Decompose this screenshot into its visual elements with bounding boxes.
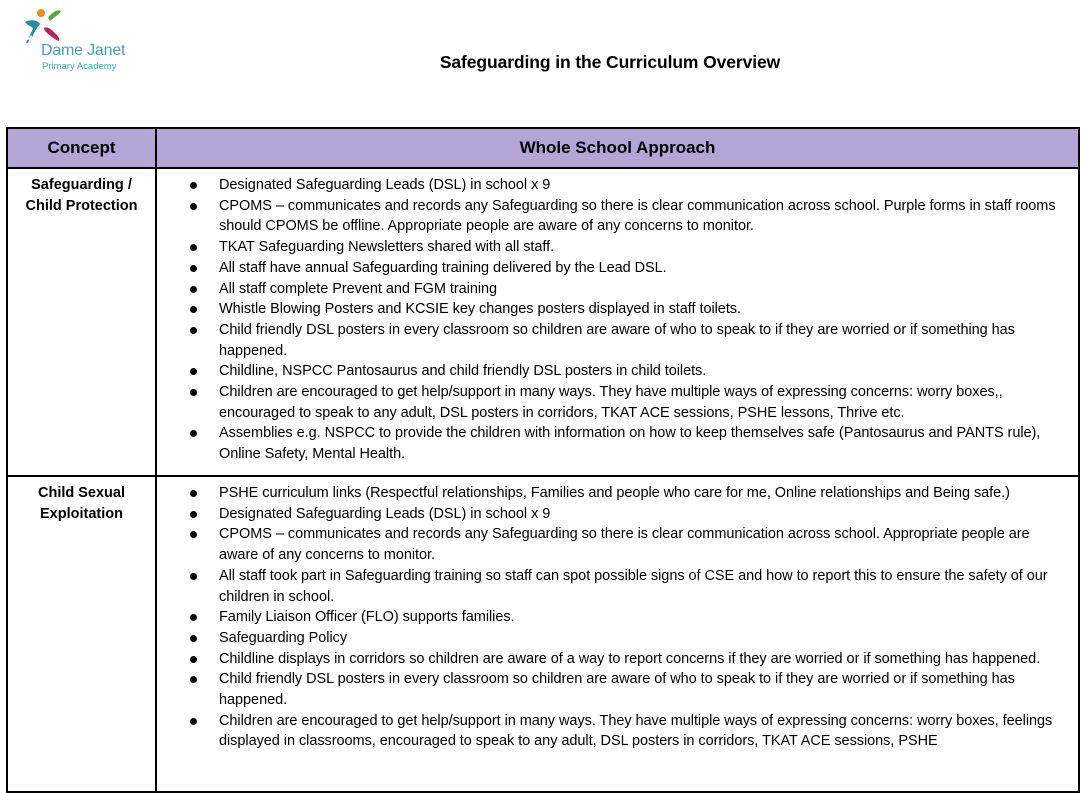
- bullet-icon: [190, 244, 197, 252]
- bullet-icon: [190, 531, 197, 539]
- list-item: All staff complete Prevent and FGM train…: [190, 279, 1068, 300]
- bullet-icon: [190, 202, 197, 210]
- approach-list: PSHE curriculum links (Respectful relati…: [157, 483, 1068, 752]
- bullet-icon: [190, 389, 197, 397]
- list-item: Whistle Blowing Posters and KCSIE key ch…: [190, 299, 1068, 320]
- concept-label: Child Sexual Exploitation: [37, 485, 126, 522]
- list-item: CPOMS – communicates and records any Saf…: [190, 196, 1068, 237]
- bullet-icon: [190, 264, 197, 272]
- list-item: Safeguarding Policy: [190, 628, 1068, 649]
- list-item: All staff have annual Safeguarding train…: [190, 258, 1068, 279]
- approach-list: Designated Safeguarding Leads (DSL) in s…: [157, 175, 1068, 465]
- list-item: Assemblies e.g. NSPCC to provide the chi…: [190, 423, 1068, 464]
- school-logo-icon: [25, 9, 61, 44]
- bullet-icon: [190, 306, 197, 314]
- bullet-icon: [190, 326, 197, 334]
- bullet-icon: [190, 368, 197, 376]
- column-header-approach: Whole School Approach: [155, 127, 1080, 169]
- table-row: Safeguarding / Child Protection Designat…: [6, 167, 1080, 477]
- bullet-icon: [190, 490, 197, 497]
- bullet-icon: [190, 717, 197, 725]
- bullet-icon: [190, 676, 197, 684]
- list-item: CPOMS – communicates and records any Saf…: [190, 524, 1068, 565]
- list-item: Children are encouraged to get help/supp…: [190, 711, 1068, 752]
- approach-cell: PSHE curriculum links (Respectful relati…: [155, 475, 1080, 793]
- overview-table: Concept Whole School Approach Safeguardi…: [6, 127, 1080, 793]
- list-item: TKAT Safeguarding Newsletters shared wit…: [190, 237, 1068, 258]
- list-item: Childline displays in corridors so child…: [190, 649, 1068, 670]
- list-item: Designated Safeguarding Leads (DSL) in s…: [190, 175, 1068, 196]
- bullet-icon: [190, 614, 197, 622]
- bullet-icon: [190, 572, 197, 580]
- table-row: Child Sexual Exploitation PSHE curriculu…: [6, 475, 1080, 793]
- bullet-icon: [190, 510, 197, 518]
- column-header-concept: Concept: [6, 127, 157, 169]
- page-title: Safeguarding in the Curriculum Overview: [439, 52, 781, 72]
- approach-cell: Designated Safeguarding Leads (DSL) in s…: [155, 167, 1080, 477]
- bullet-icon: [190, 430, 197, 438]
- table-header-row: Concept Whole School Approach: [6, 127, 1080, 169]
- bullet-icon: [190, 634, 197, 642]
- list-item: PSHE curriculum links (Respectful relati…: [190, 483, 1068, 504]
- list-item: Child friendly DSL posters in every clas…: [190, 320, 1068, 361]
- list-item: All staff took part in Safeguarding trai…: [190, 566, 1068, 607]
- list-item: Children are encouraged to get help/supp…: [190, 382, 1068, 423]
- concept-cell: Safeguarding / Child Protection: [6, 167, 157, 477]
- list-item: Designated Safeguarding Leads (DSL) in s…: [190, 504, 1068, 525]
- list-item: Childline, NSPCC Pantosaurus and child f…: [190, 361, 1068, 382]
- bullet-icon: [190, 182, 197, 189]
- list-item: Child friendly DSL posters in every clas…: [190, 669, 1068, 710]
- list-item: Family Liaison Officer (FLO) supports fa…: [190, 607, 1068, 628]
- bullet-icon: [190, 285, 197, 293]
- concept-cell: Child Sexual Exploitation: [6, 475, 157, 793]
- concept-label: Safeguarding / Child Protection: [25, 177, 138, 214]
- bullet-icon: [190, 655, 197, 663]
